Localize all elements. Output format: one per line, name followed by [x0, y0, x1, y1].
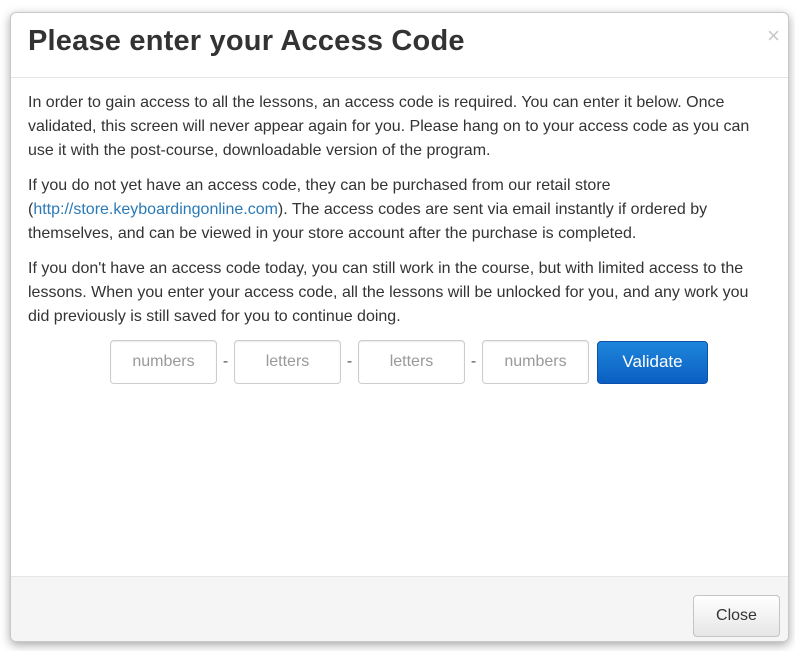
code-separator: -: [470, 353, 477, 370]
modal-footer: Close: [11, 576, 788, 641]
modal-title: Please enter your Access Code: [28, 25, 465, 57]
code-part-3-input[interactable]: [358, 340, 465, 384]
code-part-2-input[interactable]: [234, 340, 341, 384]
code-separator: -: [222, 353, 229, 370]
modal-header: Please enter your Access Code ×: [11, 13, 788, 78]
validate-button[interactable]: Validate: [597, 340, 708, 384]
code-part-1-input[interactable]: [110, 340, 217, 384]
modal-body: In order to gain access to all the lesso…: [11, 78, 788, 384]
purchase-paragraph: If you do not yet have an access code, t…: [28, 174, 772, 246]
store-link[interactable]: http://store.keyboardingonline.com: [33, 201, 278, 218]
access-code-modal: Please enter your Access Code × In order…: [10, 12, 789, 642]
code-separator: -: [346, 353, 353, 370]
intro-paragraph: In order to gain access to all the lesso…: [28, 94, 750, 159]
access-code-form: - - - Validate: [110, 340, 772, 384]
code-part-4-input[interactable]: [482, 340, 589, 384]
close-icon[interactable]: ×: [767, 25, 780, 47]
limited-access-paragraph: If you don't have an access code today, …: [28, 260, 749, 325]
close-button[interactable]: Close: [693, 595, 780, 637]
